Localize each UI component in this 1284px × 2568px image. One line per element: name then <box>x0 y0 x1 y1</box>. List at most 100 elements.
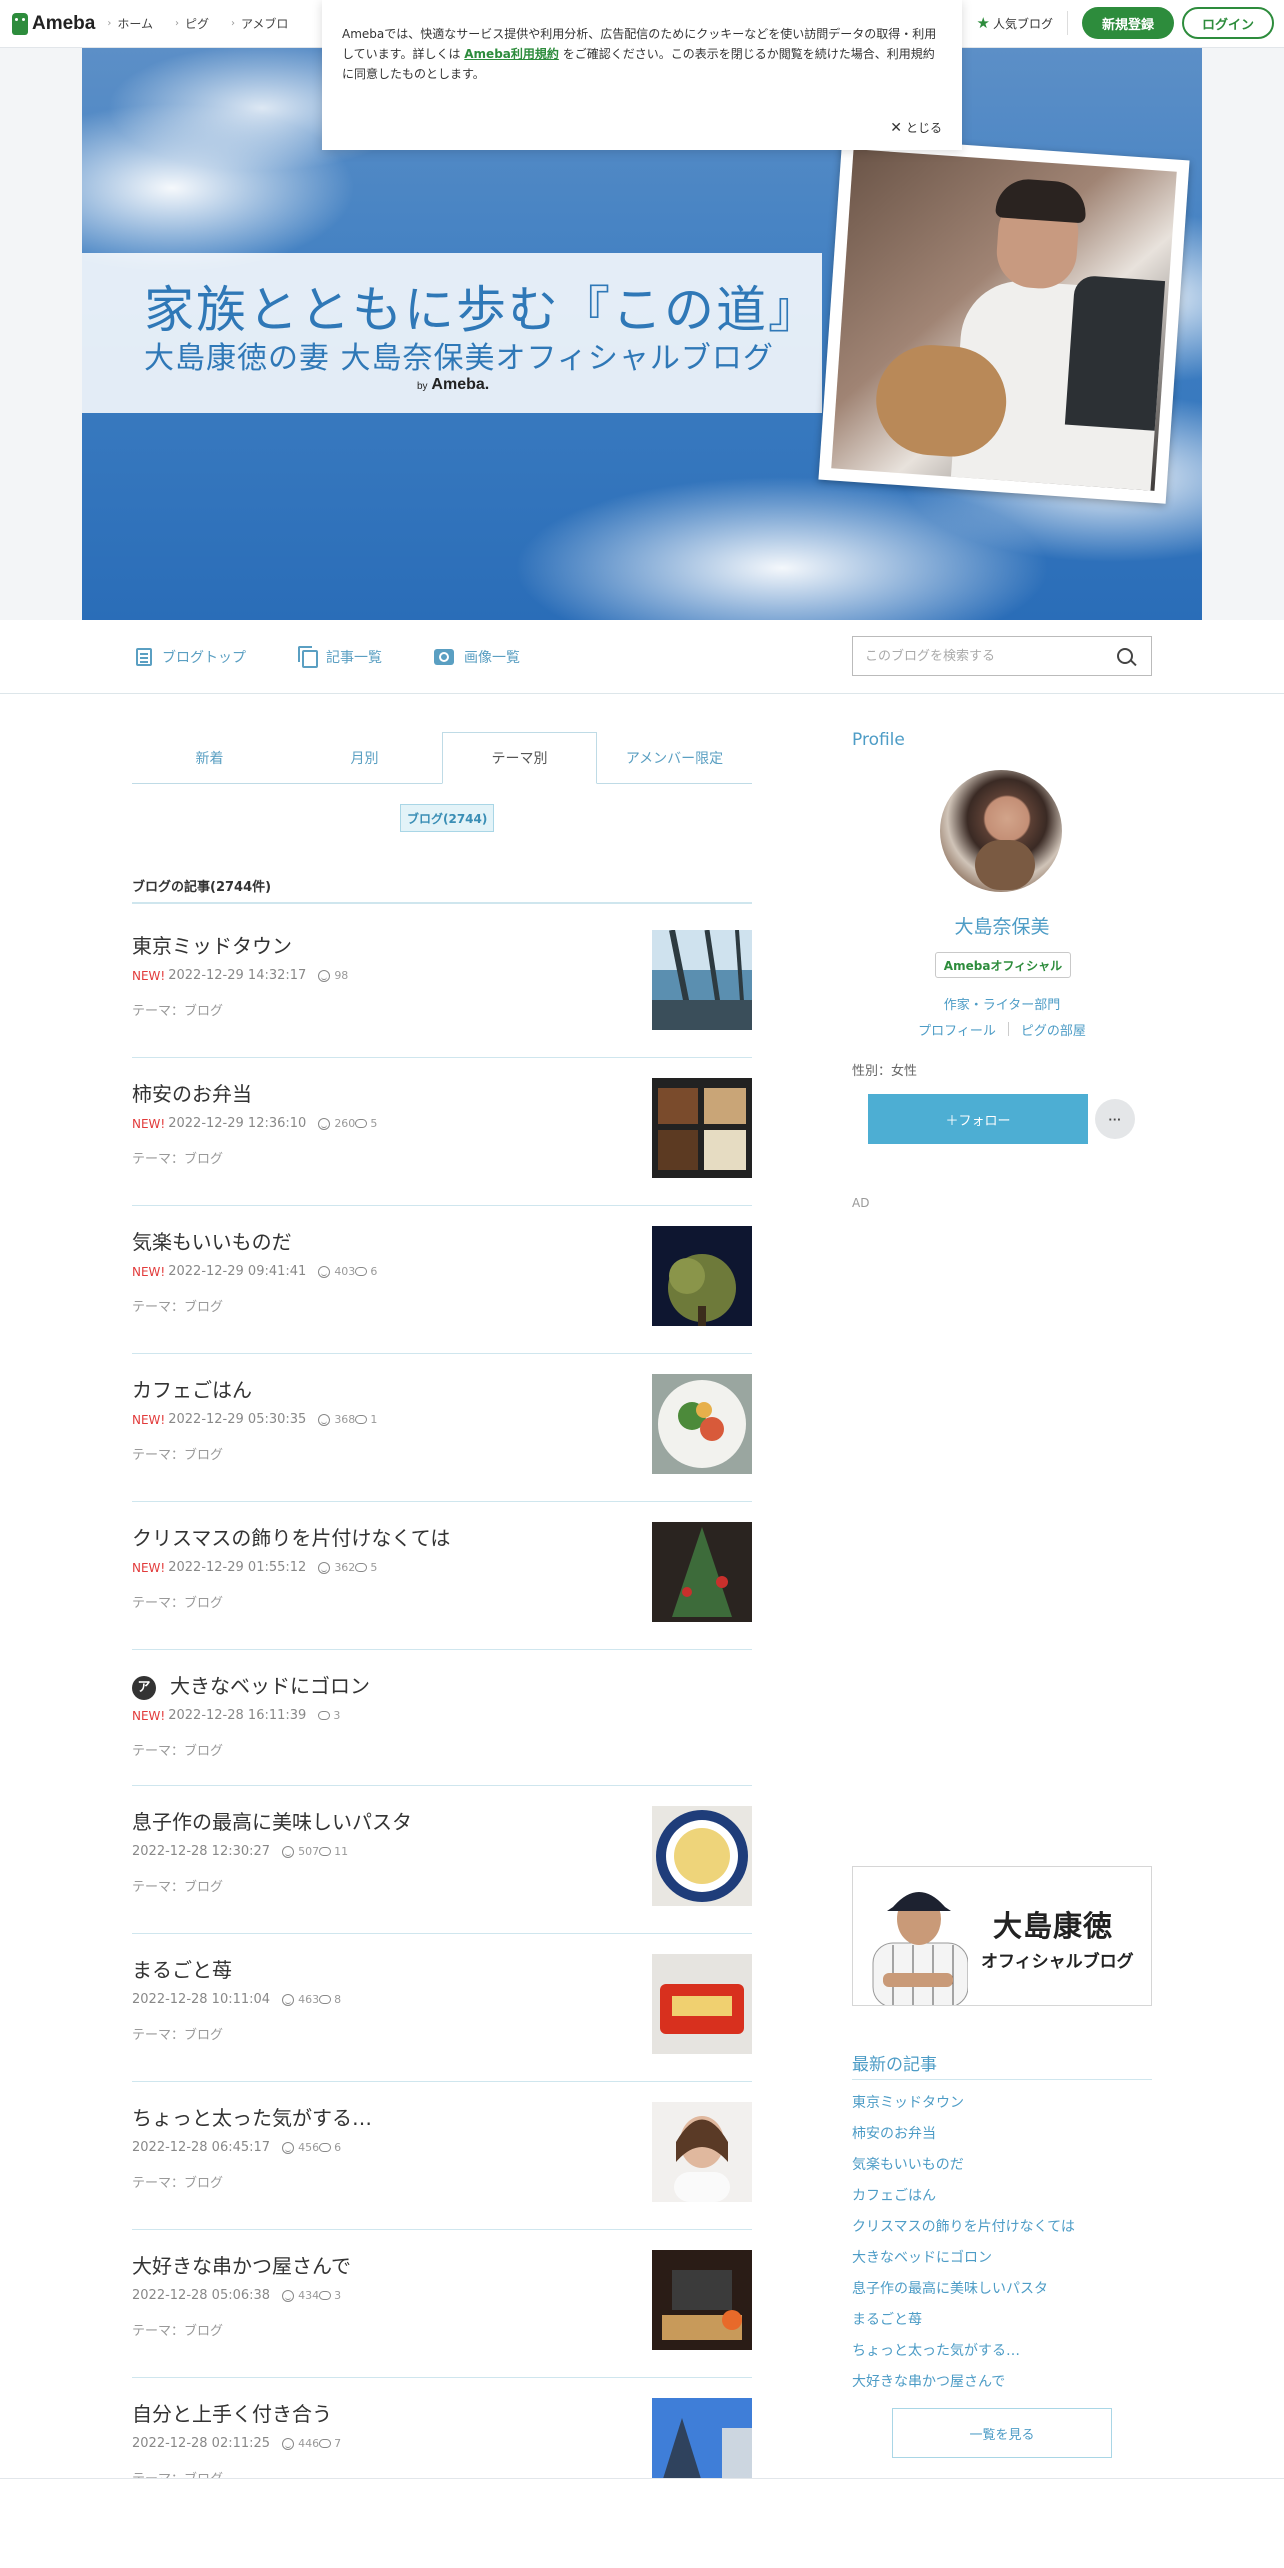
entry-theme[interactable]: テーマ：ブログ <box>132 2024 223 2043</box>
entry-theme[interactable]: テーマ：ブログ <box>132 1444 223 1463</box>
entry-item[interactable]: 柿安のお弁当 NEW! 2022-12-29 12:36:10 260 5 テー… <box>132 1058 752 1206</box>
comment-count: 8 <box>319 1993 341 2006</box>
pigg-room-link[interactable]: ピグの部屋 <box>1021 1020 1086 1039</box>
entry-theme[interactable]: テーマ：ブログ <box>132 1876 223 1895</box>
latest-entry-link[interactable]: まるごと苺 <box>852 2309 1152 2340</box>
entry-meta: NEW! 2022-12-29 05:30:35 368 1 <box>132 1412 377 1427</box>
entry-date: 2022-12-29 12:36:10 <box>168 1116 307 1131</box>
entry-item[interactable]: カフェごはん NEW! 2022-12-29 05:30:35 368 1 テー… <box>132 1354 752 1502</box>
entry-thumbnail[interactable] <box>652 1806 752 1906</box>
entry-title[interactable]: カフェごはん <box>132 1374 252 1403</box>
entry-theme[interactable]: テーマ：ブログ <box>132 1592 223 1611</box>
entry-theme[interactable]: テーマ：ブログ <box>132 2320 223 2339</box>
entry-item[interactable]: 自分と上手く付き合う 2022-12-28 02:11:25 446 7 テーマ… <box>132 2378 752 2488</box>
tab-theme[interactable]: テーマ別 <box>442 732 597 784</box>
entry-item[interactable]: 大好きな串かつ屋さんで 2022-12-28 05:06:38 434 3 テー… <box>132 2230 752 2378</box>
latest-entry-link[interactable]: ちょっと太った気がする… <box>852 2340 1152 2371</box>
comment-icon <box>319 2143 332 2152</box>
entry-thumbnail[interactable] <box>652 1078 752 1178</box>
profile-link[interactable]: プロフィール <box>918 1020 996 1039</box>
comment-count: 11 <box>319 1845 348 1858</box>
entry-theme[interactable]: テーマ：ブログ <box>132 2172 223 2191</box>
tab-new[interactable]: 新着 <box>132 732 287 784</box>
subnav-entry-list[interactable]: 記事一覧 <box>298 646 382 668</box>
latest-entry-link[interactable]: 息子作の最高に美味しいパスタ <box>852 2278 1152 2309</box>
entry-date: 2022-12-28 12:30:27 <box>132 1844 271 1859</box>
subnav-blog-top[interactable]: ブログトップ <box>136 647 246 667</box>
latest-entry-link[interactable]: クリスマスの飾りを片付けなくては <box>852 2216 1152 2247</box>
entry-thumbnail[interactable] <box>652 2250 752 2350</box>
comment-icon <box>355 1267 368 1276</box>
nav-pigg[interactable]: › ピグ <box>175 15 209 32</box>
entry-item[interactable]: ア大きなベッドにゴロン NEW! 2022-12-28 16:11:39 3 テ… <box>132 1650 752 1786</box>
latest-entry-link[interactable]: 気楽もいいものだ <box>852 2154 1152 2185</box>
view-all-button[interactable]: 一覧を見る <box>892 2408 1112 2458</box>
profile-name[interactable]: 大島奈保美 <box>852 912 1152 939</box>
comment-icon <box>355 1119 368 1128</box>
entry-item[interactable]: 東京ミッドタウン NEW! 2022-12-29 14:32:17 98 テーマ… <box>132 910 752 1058</box>
entry-title[interactable]: 東京ミッドタウン <box>132 930 292 959</box>
entry-item[interactable]: ちょっと太った気がする… 2022-12-28 06:45:17 456 6 テ… <box>132 2082 752 2230</box>
entry-theme[interactable]: テーマ：ブログ <box>132 1740 223 1759</box>
like-count: 403 <box>318 1265 355 1278</box>
cookie-message: Amebaでは、快適なサービス提供や利用分析、広告配信のためにクッキーなどを使い… <box>342 27 937 81</box>
profile-genre-link[interactable]: 作家・ライター部門 <box>852 994 1152 1013</box>
entry-item[interactable]: クリスマスの飾りを片付けなくては NEW! 2022-12-29 01:55:1… <box>132 1502 752 1650</box>
ameba-logo[interactable]: Ameba <box>12 0 95 48</box>
entry-thumbnail[interactable] <box>652 930 752 1030</box>
entry-thumbnail[interactable] <box>652 1522 752 1622</box>
entry-title[interactable]: 気楽もいいものだ <box>132 1226 292 1255</box>
terms-link[interactable]: Ameba利用規約 <box>464 47 559 61</box>
avatar[interactable] <box>940 770 1062 892</box>
entry-title[interactable]: 大好きな串かつ屋さんで <box>132 2250 351 2279</box>
entry-title[interactable]: 自分と上手く付き合う <box>132 2398 332 2427</box>
like-count: 463 <box>282 1993 319 2006</box>
new-label: NEW! <box>132 1560 166 1575</box>
latest-entry-link[interactable]: 大好きな串かつ屋さんで <box>852 2371 1152 2402</box>
entry-thumbnail[interactable] <box>652 1954 752 2054</box>
latest-entry-link[interactable]: 大きなベッドにゴロン <box>852 2247 1152 2278</box>
popular-blogs-link[interactable]: ★ 人気ブログ <box>977 14 1053 32</box>
entry-theme[interactable]: テーマ：ブログ <box>132 1296 223 1315</box>
smile-icon <box>318 1265 331 1278</box>
latest-entry-link[interactable]: 柿安のお弁当 <box>852 2123 1152 2154</box>
follow-button[interactable]: ＋フォロー <box>868 1094 1088 1144</box>
entry-item[interactable]: 息子作の最高に美味しいパスタ 2022-12-28 12:30:27 507 1… <box>132 1786 752 1934</box>
blog-search-input[interactable] <box>853 637 1117 675</box>
entry-title[interactable]: まるごと苺 <box>132 1954 232 1983</box>
entry-title[interactable]: 息子作の最高に美味しいパスタ <box>132 1806 412 1835</box>
husband-blog-banner[interactable]: 大島康徳 オフィシャルブログ <box>852 1866 1152 2006</box>
more-options-button[interactable]: ··· <box>1095 1099 1135 1139</box>
entry-title[interactable]: ア大きなベッドにゴロン <box>132 1670 370 1700</box>
nav-ameblo[interactable]: › アメブロ <box>231 15 288 32</box>
tab-amember[interactable]: アメンバー限定 <box>597 732 752 784</box>
subnav-image-list[interactable]: 画像一覧 <box>434 647 520 667</box>
entry-thumbnail[interactable] <box>652 2102 752 2202</box>
entry-item[interactable]: まるごと苺 2022-12-28 10:11:04 463 8 テーマ：ブログ <box>132 1934 752 2082</box>
latest-entry-link[interactable]: カフェごはん <box>852 2185 1152 2216</box>
entry-title[interactable]: 柿安のお弁当 <box>132 1078 252 1107</box>
comment-count: 6 <box>355 1265 377 1278</box>
entry-title[interactable]: クリスマスの飾りを片付けなくては <box>132 1522 450 1551</box>
entry-theme[interactable]: テーマ：ブログ <box>132 1000 223 1019</box>
copy-icon <box>298 646 318 668</box>
entry-meta: 2022-12-28 10:11:04 463 8 <box>132 1992 341 2007</box>
latest-entry-link[interactable]: 東京ミッドタウン <box>852 2092 1152 2123</box>
entry-date: 2022-12-29 05:30:35 <box>168 1412 307 1427</box>
entry-title[interactable]: ちょっと太った気がする… <box>132 2102 372 2131</box>
entry-thumbnail[interactable] <box>652 2398 752 2482</box>
nav-home[interactable]: › ホーム <box>107 15 153 32</box>
tab-monthly[interactable]: 月別 <box>287 732 442 784</box>
husband-blog-sub: オフィシャルブログ <box>981 1952 1134 1972</box>
entry-thumbnail[interactable] <box>652 1374 752 1474</box>
register-button[interactable]: 新規登録 <box>1082 7 1174 39</box>
entry-thumbnail[interactable] <box>652 1226 752 1326</box>
entry-theme[interactable]: テーマ：ブログ <box>132 1148 223 1167</box>
cookie-close-button[interactable]: ✕ とじる <box>890 118 942 138</box>
theme-filter-chip[interactable]: ブログ(2744) <box>400 804 495 832</box>
search-icon[interactable] <box>1117 648 1133 664</box>
entry-item[interactable]: 気楽もいいものだ NEW! 2022-12-29 09:41:41 403 6 … <box>132 1206 752 1354</box>
official-badge[interactable]: Amebaオフィシャル <box>935 952 1071 978</box>
login-button[interactable]: ログイン <box>1182 7 1274 39</box>
profile-links: プロフィール ピグの部屋 <box>852 1020 1152 1039</box>
